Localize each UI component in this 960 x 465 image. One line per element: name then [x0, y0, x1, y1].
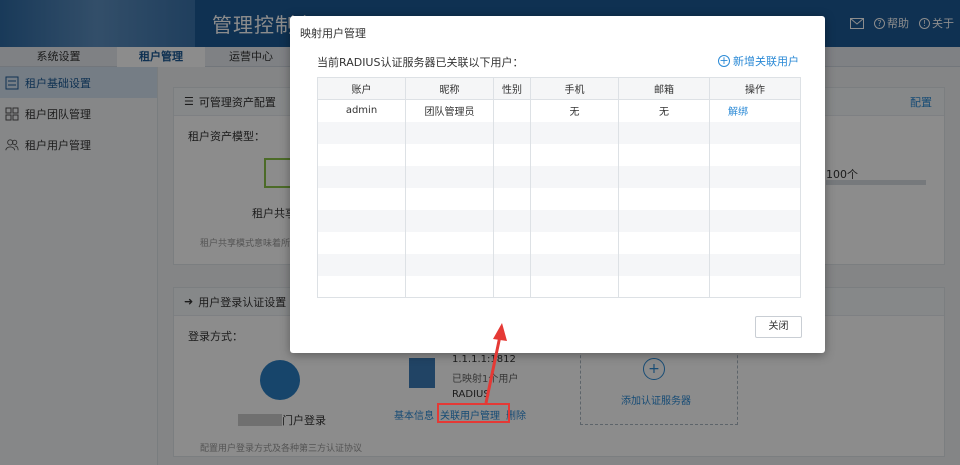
linked-users-table: 账户 昵称 性别 手机 邮箱 操作 admin 团队管理员 无 无 解绑: [317, 77, 801, 298]
highlight-box: [437, 403, 510, 423]
table-header-row: 账户 昵称 性别 手机 邮箱 操作: [317, 77, 801, 100]
cell-account: admin: [317, 99, 406, 122]
cell-phone: 无: [530, 99, 619, 122]
table-row-empty: [317, 209, 801, 232]
col-nickname: 昵称: [405, 77, 494, 100]
col-gender: 性别: [493, 77, 531, 100]
add-linked-user-button[interactable]: + 新增关联用户: [718, 53, 799, 69]
table-row-empty: [317, 231, 801, 254]
col-account: 账户: [317, 77, 406, 100]
col-email: 邮箱: [618, 77, 710, 100]
plus-circle-icon: +: [718, 54, 730, 67]
table-row-empty: [317, 275, 801, 298]
dialog-title: 映射用户管理: [300, 27, 366, 40]
table-row: admin 团队管理员 无 无 解绑: [317, 99, 801, 122]
cell-email: 无: [618, 99, 710, 122]
mapped-users-dialog: 映射用户管理 当前RADIUS认证服务器已关联以下用户： + 新增关联用户 账户…: [290, 16, 825, 353]
cell-action: 解绑: [709, 99, 801, 122]
dialog-subtitle: 当前RADIUS认证服务器已关联以下用户：: [317, 56, 524, 69]
table-row-empty: [317, 143, 801, 166]
table-row-empty: [317, 187, 801, 210]
close-button[interactable]: 关闭: [755, 316, 802, 338]
cell-gender: [493, 99, 531, 122]
table-row-empty: [317, 165, 801, 188]
col-action: 操作: [709, 77, 801, 100]
unbind-link[interactable]: 解绑: [728, 107, 748, 118]
table-row-empty: [317, 253, 801, 276]
add-linked-user-label: 新增关联用户: [733, 55, 799, 68]
table-row-empty: [317, 121, 801, 144]
cell-nickname: 团队管理员: [405, 99, 494, 122]
col-phone: 手机: [530, 77, 619, 100]
